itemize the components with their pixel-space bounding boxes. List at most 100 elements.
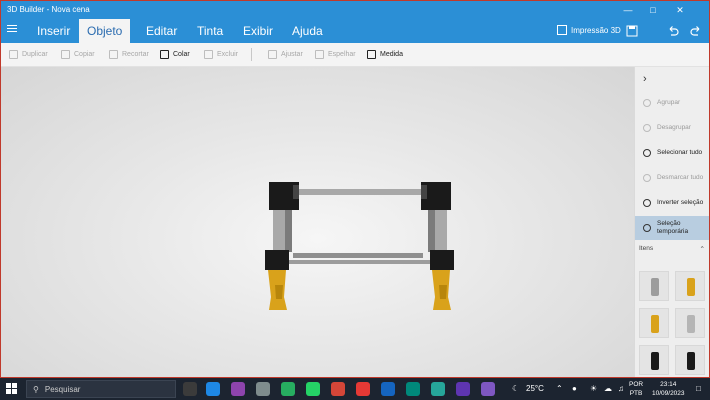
temporary-selection-label-line1: Seleção (657, 220, 681, 227)
deselect-all-label: Desmarcar tudo (657, 174, 704, 181)
object-toolbar: Duplicar Copiar Recortar Colar Excluir A… (1, 43, 709, 67)
gmail-app-icon[interactable] (331, 382, 345, 396)
select-all-label: Selecionar tudo (657, 149, 703, 156)
delete-label: Excluir (217, 51, 239, 58)
invert-selection-button[interactable]: Inverter seleção (635, 192, 709, 214)
tab-inserir[interactable]: Inserir (29, 19, 78, 43)
item-thumbnail[interactable] (639, 345, 669, 375)
delete-button[interactable]: Excluir (204, 50, 238, 59)
adjust-label: Ajustar (281, 51, 303, 58)
weather-moon-icon[interactable]: ☾ (512, 384, 519, 393)
group-icon (643, 99, 651, 107)
taskbar-search[interactable]: ⚲ Pesquisar (26, 380, 176, 398)
language-code: POR (629, 381, 644, 388)
select-all-button[interactable]: Selecionar tudo (635, 142, 709, 164)
search-placeholder: Pesquisar (44, 384, 81, 394)
duplicate-label: Duplicar (22, 51, 48, 58)
left-post (273, 207, 285, 255)
youtube-app-icon[interactable] (356, 382, 370, 396)
print-3d-button[interactable]: Impressão 3D (557, 25, 621, 35)
tab-exibir[interactable]: Exibir (235, 19, 281, 43)
item-thumbnail[interactable] (675, 271, 705, 301)
network-icon[interactable]: ☀ (590, 384, 597, 393)
3d-builder-app-icon[interactable] (431, 382, 445, 396)
keyboard-layout: PTB (629, 390, 643, 397)
deselect-all-button[interactable]: Desmarcar tudo (635, 167, 709, 189)
clipboard-icon (160, 50, 169, 59)
edge-app-icon[interactable] (406, 382, 420, 396)
ungroup-button[interactable]: Desagrupar (635, 117, 709, 139)
measure-button[interactable]: Medida (367, 50, 403, 59)
tab-editar[interactable]: Editar (138, 19, 185, 43)
photos-app-icon[interactable] (381, 382, 395, 396)
top-rail (293, 189, 423, 195)
bottom-left-connector (265, 250, 289, 270)
ribbon: Inserir Objeto Editar Tinta Exibir Ajuda… (1, 19, 709, 43)
right-leg-shade (439, 285, 447, 299)
invert-selection-icon (643, 199, 651, 207)
close-icon[interactable]: ✕ (669, 1, 691, 19)
restore-icon[interactable]: □ (642, 1, 664, 19)
items-header[interactable]: Itens ⌃ (639, 245, 709, 253)
item-thumbnail[interactable] (639, 308, 669, 338)
mirror-button[interactable]: Espelhar (315, 50, 356, 59)
item-thumbnail[interactable] (675, 345, 705, 375)
copy-button[interactable]: Copiar (61, 50, 95, 59)
tab-tinta[interactable]: Tinta (189, 19, 231, 43)
copy-icon (61, 50, 70, 59)
menu-icon[interactable] (7, 25, 17, 35)
save-icon[interactable] (625, 24, 639, 38)
tray-chevron-icon[interactable]: ⌃ (556, 384, 563, 393)
item-thumbnail[interactable] (639, 271, 669, 301)
store-app-icon[interactable] (281, 382, 295, 396)
chevron-right-icon[interactable]: › (643, 73, 647, 85)
cut-button[interactable]: Recortar (109, 50, 149, 59)
scene-canvas[interactable] (1, 67, 634, 378)
settings-app-icon[interactable] (256, 382, 270, 396)
paste-label: Colar (173, 51, 190, 58)
group-button[interactable]: Agrupar (635, 92, 709, 114)
redo-icon[interactable] (689, 24, 703, 38)
duplicate-icon (9, 50, 18, 59)
adjust-button[interactable]: Ajustar (268, 50, 303, 59)
deselect-all-icon (643, 174, 651, 182)
language-indicator[interactable]: POR PTB (629, 380, 643, 398)
temporary-selection-icon (643, 224, 651, 232)
minimize-icon[interactable]: — (617, 1, 639, 19)
task-view-icon[interactable] (183, 382, 197, 396)
duplicate-button[interactable]: Duplicar (9, 50, 48, 59)
tab-ajuda[interactable]: Ajuda (284, 19, 331, 43)
printer-icon (557, 25, 567, 35)
temperature[interactable]: 25°C (526, 384, 544, 393)
paint-app-icon[interactable] (231, 382, 245, 396)
whatsapp-app-icon[interactable] (306, 382, 320, 396)
item-thumbnail[interactable] (675, 308, 705, 338)
windows-start-icon[interactable] (6, 383, 18, 395)
clock-date: 10/09/2023 (652, 390, 685, 397)
tray-app-icon[interactable]: ● (572, 384, 577, 393)
lower-front-rail (281, 260, 441, 264)
notification-icon[interactable]: □ (696, 384, 701, 393)
table-frame-model[interactable] (1, 67, 634, 378)
app-icon[interactable] (456, 382, 470, 396)
temporary-selection-button[interactable]: Seleção temporária (635, 216, 709, 240)
measure-label: Medida (380, 51, 403, 58)
tab-objeto[interactable]: Objeto (79, 19, 131, 43)
temporary-selection-label-line2: temporária (657, 228, 689, 235)
clock-time: 23:14 (660, 381, 677, 388)
clock[interactable]: 23:14 10/09/2023 (652, 380, 685, 398)
right-post (435, 207, 447, 255)
print-3d-label: Impressão 3D (571, 25, 621, 35)
chevron-up-icon[interactable]: ⌃ (700, 245, 705, 253)
speaker-icon[interactable]: ♫ (618, 384, 624, 393)
mirror-label: Espelhar (328, 51, 356, 58)
app-icon[interactable] (481, 382, 495, 396)
ruler-icon (367, 50, 376, 59)
search-icon: ⚲ (33, 384, 39, 394)
top-right-connector-end (421, 185, 427, 199)
paste-button[interactable]: Colar (160, 50, 190, 59)
undo-icon[interactable] (666, 24, 680, 38)
cloud-icon[interactable]: ☁ (604, 384, 612, 393)
invert-selection-label: Inverter seleção (657, 199, 704, 206)
mail-app-icon[interactable] (206, 382, 220, 396)
